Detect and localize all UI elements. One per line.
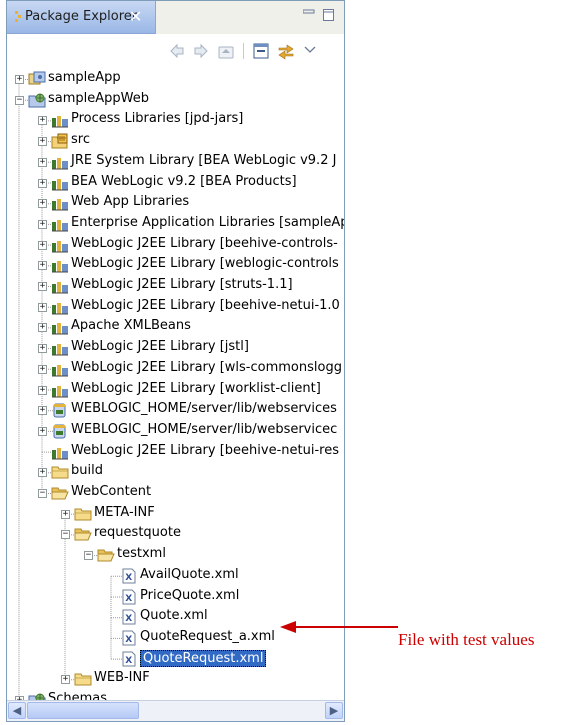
annotation-arrow — [280, 621, 398, 633]
annotation-label: File with test values — [398, 630, 535, 649]
